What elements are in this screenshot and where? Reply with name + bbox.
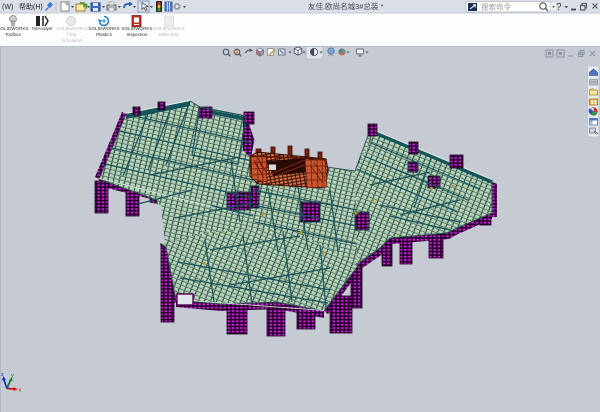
svg-text:SOLIDWORKS: SOLIDWORKS (88, 26, 119, 31)
svg-text:SOLIDWORKS: SOLIDWORKS (56, 26, 87, 31)
svg-text:Simulation: Simulation (61, 38, 83, 43)
svg-text:Inspection: Inspection (127, 32, 148, 37)
svg-text:(W): (W) (2, 4, 13, 11)
svg-text:TolAnalyst: TolAnalyst (32, 26, 54, 31)
svg-text:Toolbox: Toolbox (5, 32, 22, 37)
svg-text:SOLIDWORKS: SOLIDWORKS (153, 26, 184, 31)
svg-text:Plastics: Plastics (96, 32, 113, 37)
svg-text:Flow: Flow (67, 32, 77, 37)
svg-text:帮助(H): 帮助(H) (19, 2, 43, 11)
svg-text:?: ? (556, 2, 562, 13)
svg-text:MBD SNL: MBD SNL (159, 32, 180, 37)
svg-text:SOLIDWORKS: SOLIDWORKS (0, 26, 29, 31)
svg-text:搜索命令: 搜索命令 (481, 2, 511, 12)
svg-text:友佳.欧尚名城3#总装 *: 友佳.欧尚名城3#总装 * (308, 1, 384, 11)
svg-text:SOLIDWORKS: SOLIDWORKS (121, 26, 152, 31)
svg-text:x: x (19, 388, 22, 394)
svg-text:z: z (1, 372, 4, 378)
svg-text:y: y (11, 373, 14, 379)
